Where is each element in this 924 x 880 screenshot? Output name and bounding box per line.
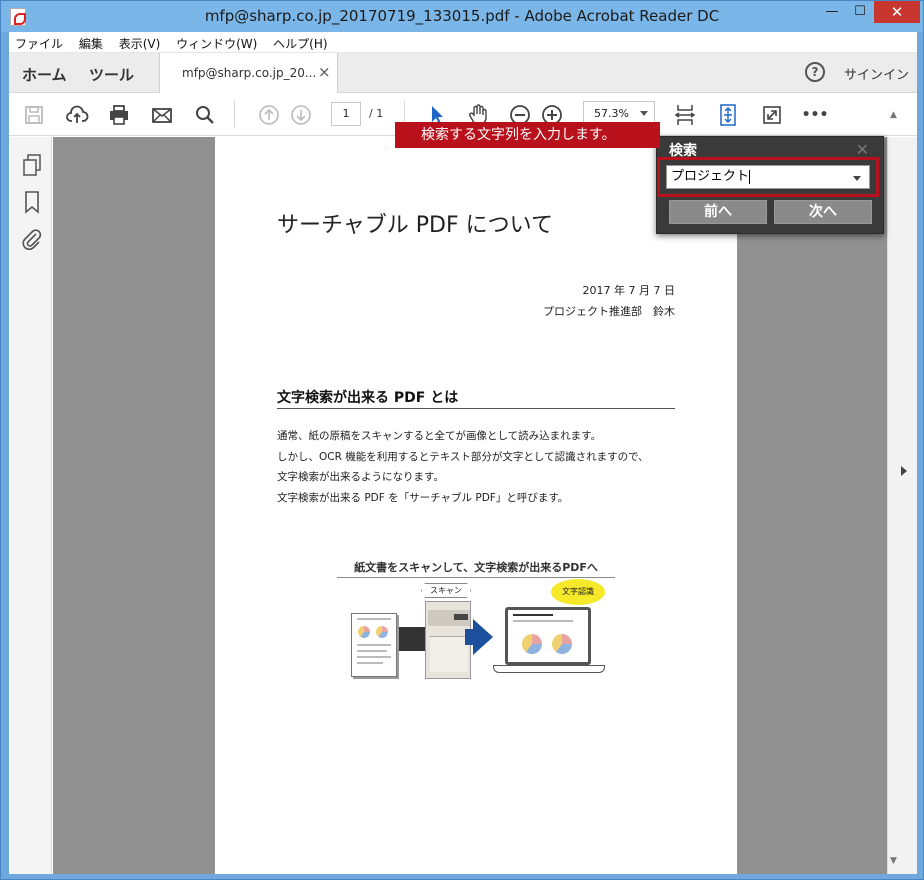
menu-window[interactable]: ウィンドウ(W): [170, 32, 263, 52]
page-total: / 1: [369, 107, 384, 120]
pages-icon[interactable]: [21, 153, 43, 177]
fullscreen-icon[interactable]: [759, 102, 785, 128]
tab-home[interactable]: ホーム: [22, 64, 67, 85]
search-input[interactable]: プロジェクト: [666, 165, 870, 189]
left-navigation-rail: [9, 137, 52, 874]
body-paragraph: 通常、紙の原稿をスキャンすると全てが画像として読み込まれます。 しかし、OCR …: [277, 426, 649, 508]
app-window: mfp@sharp.co.jp_20170719_133015.pdf - Ad…: [0, 0, 924, 880]
zoom-value: 57.3%: [594, 107, 629, 120]
attachment-icon[interactable]: [21, 227, 43, 251]
ocr-label: 文字認識: [551, 579, 605, 605]
right-rail: [887, 137, 917, 874]
pie-chart-image: [522, 634, 542, 654]
figure-caption: 紙文書をスキャンして、文字検索が出来るPDFへ: [337, 559, 615, 578]
paragraph-line: しかし、OCR 機能を利用するとテキスト部分が文字として認識されますので、: [277, 450, 649, 463]
menu-bar: ファイル 編集 表示(V) ウィンドウ(W) ヘルプ(H): [9, 32, 917, 53]
title-bar: mfp@sharp.co.jp_20170719_133015.pdf - Ad…: [1, 1, 923, 32]
scan-illustration: スキャン 文字認識: [345, 579, 615, 695]
bookmark-icon[interactable]: [21, 190, 43, 214]
document-viewport[interactable]: サーチャブル PDF について 2017 年 7 月 7 日 プロジェクト推進部…: [53, 137, 887, 874]
prev-page-icon[interactable]: [256, 102, 282, 128]
window-title: mfp@sharp.co.jp_20170719_133015.pdf - Ad…: [204, 7, 720, 25]
help-icon[interactable]: ?: [805, 62, 825, 82]
cloud-upload-icon[interactable]: [64, 102, 90, 128]
tab-document[interactable]: mfp@sharp.co.jp_20... ×: [160, 53, 338, 93]
paragraph-line: 文字検索が出来る PDF を「サーチャブル PDF」と呼びます。: [277, 491, 569, 504]
heading-rule: [277, 408, 675, 409]
document-author: プロジェクト推進部 鈴木: [543, 305, 675, 318]
search-icon[interactable]: [192, 102, 218, 128]
tab-document-label: mfp@sharp.co.jp_20...: [182, 66, 317, 80]
document-title: サーチャブル PDF について: [277, 213, 553, 238]
tab-bar: ホーム ツール mfp@sharp.co.jp_20... × ? サインイン: [9, 53, 917, 93]
minimize-button[interactable]: —: [818, 1, 846, 23]
menu-edit[interactable]: 編集: [73, 32, 109, 52]
pie-chart-image: [552, 634, 572, 654]
menu-file[interactable]: ファイル: [9, 32, 69, 52]
text-caret: [749, 169, 751, 184]
instruction-callout: 検索する文字列を入力します。: [395, 122, 660, 148]
close-window-button[interactable]: ✕: [874, 1, 920, 23]
next-page-icon[interactable]: [288, 102, 314, 128]
menu-view[interactable]: 表示(V): [113, 32, 167, 52]
pie-chart-image: [376, 626, 388, 638]
maximize-button[interactable]: ☐: [846, 1, 874, 23]
save-icon[interactable]: [21, 102, 47, 128]
tab-close-icon[interactable]: ×: [318, 63, 331, 81]
arrow-right-icon: [473, 619, 493, 655]
toolbar-divider: [234, 101, 235, 127]
section-heading: 文字検索が出来る PDF とは: [277, 390, 459, 406]
pdf-page: サーチャブル PDF について 2017 年 7 月 7 日 プロジェクト推進部…: [215, 137, 737, 874]
signin-link[interactable]: サインイン: [844, 64, 909, 83]
chevron-down-icon[interactable]: [853, 176, 861, 181]
page-number-input[interactable]: 1: [331, 102, 361, 126]
search-panel: 検索 ✕ プロジェクト 前へ 次へ: [656, 136, 884, 234]
tab-tools[interactable]: ツール: [89, 64, 134, 85]
laptop-image: [505, 607, 591, 665]
document-date: 2017 年 7 月 7 日: [582, 284, 675, 297]
pie-chart-image: [358, 626, 370, 638]
search-input-value: プロジェクト: [671, 169, 750, 184]
paragraph-line: 文字検索が出来るようになります。: [277, 471, 444, 483]
search-next-button[interactable]: 次へ: [774, 200, 872, 224]
print-icon[interactable]: [106, 102, 132, 128]
scroll-up-icon[interactable]: ▲: [890, 110, 897, 120]
chevron-down-icon: [640, 111, 648, 116]
paragraph-line: 通常、紙の原稿をスキャンすると全てが画像として読み込まれます。: [277, 430, 602, 442]
more-icon[interactable]: •••: [802, 102, 829, 128]
scan-label: スキャン: [421, 583, 471, 598]
fit-page-icon[interactable]: [672, 102, 698, 128]
collapse-right-icon[interactable]: [901, 466, 907, 476]
laptop-base-image: [493, 665, 605, 673]
scroll-down-icon[interactable]: ▼: [890, 856, 897, 866]
search-input-highlight: プロジェクト: [657, 157, 879, 197]
menu-help[interactable]: ヘルプ(H): [267, 32, 333, 52]
paper-document-image: [351, 613, 397, 677]
scroll-mode-icon[interactable]: [715, 102, 741, 128]
search-prev-button[interactable]: 前へ: [669, 200, 767, 224]
mail-icon[interactable]: [149, 102, 175, 128]
